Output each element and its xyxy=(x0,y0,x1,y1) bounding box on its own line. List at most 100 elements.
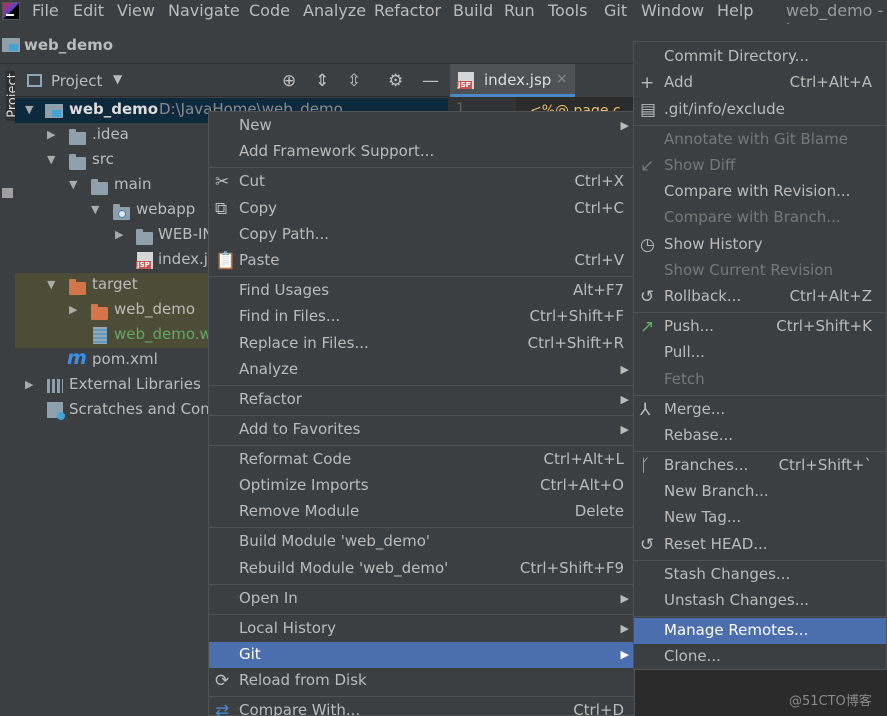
expand-all-icon[interactable]: ⇕ xyxy=(315,71,329,91)
submenu-arrow-icon: ▶ xyxy=(620,393,629,406)
locate-icon[interactable]: ⊕ xyxy=(282,71,296,91)
git-item-annotate[interactable]: Annotate with Git Blame xyxy=(634,127,886,153)
git-item-unstash[interactable]: Unstash Changes... xyxy=(634,588,886,614)
collapse-all-icon[interactable]: ⇳ xyxy=(347,71,361,91)
menu-item-refactor[interactable]: Refactor ▶ xyxy=(209,387,634,413)
chevron-right-icon[interactable]: ▶ xyxy=(69,303,77,316)
menu-item-label: Optimize Imports xyxy=(239,476,369,494)
git-item-rebase[interactable]: Rebase... xyxy=(634,423,886,449)
menu-item-label: Rebuild Module 'web_demo' xyxy=(239,559,449,577)
git-item-show-diff[interactable]: ↙ Show Diff xyxy=(634,153,886,179)
git-item-push[interactable]: ↗ Push... Ctrl+Shift+K xyxy=(634,314,886,340)
tree-item-label: web_demo xyxy=(69,100,159,118)
git-item-compare-branch[interactable]: Compare with Branch... xyxy=(634,205,886,231)
git-item-pull[interactable]: Pull... xyxy=(634,340,886,366)
chevron-right-icon[interactable]: ▶ xyxy=(25,378,33,391)
menu-item-build-module[interactable]: Build Module 'web_demo' xyxy=(209,529,634,555)
menu-item-cut[interactable]: ✂ Cut Ctrl+X xyxy=(209,169,634,195)
menu-item-label: Add to Favorites xyxy=(239,420,361,438)
menu-item-label: Copy xyxy=(239,199,278,217)
chevron-right-icon[interactable]: ▶ xyxy=(115,228,123,241)
menu-item-find-usages[interactable]: Find Usages Alt+F7 xyxy=(209,278,634,304)
menu-item-label: Rollback... xyxy=(664,287,742,305)
git-item-fetch[interactable]: Fetch xyxy=(634,367,886,393)
git-item-add[interactable]: + Add Ctrl+Alt+A xyxy=(634,70,886,96)
chevron-down-icon[interactable]: ▼ xyxy=(69,178,77,191)
git-item-clone[interactable]: Clone... xyxy=(634,644,886,670)
git-item-new-branch[interactable]: New Branch... xyxy=(634,479,886,505)
project-view-selector[interactable]: Project xyxy=(51,72,102,90)
menu-tools[interactable]: Tools xyxy=(548,1,587,20)
tree-item-label: pom.xml xyxy=(92,350,158,368)
menu-edit[interactable]: Edit xyxy=(73,1,104,20)
menu-item-find-in-files[interactable]: Find in Files... Ctrl+Shift+F xyxy=(209,304,634,330)
git-submenu: Commit Directory... + Add Ctrl+Alt+A ▤ .… xyxy=(633,41,887,670)
menu-item-label: Compare with Branch... xyxy=(664,208,841,226)
git-item-manage-remotes[interactable]: Manage Remotes... xyxy=(634,618,886,644)
git-item-exclude[interactable]: ▤ .git/info/exclude xyxy=(634,97,886,123)
menu-separator xyxy=(209,584,634,585)
menu-item-copy-path[interactable]: Copy Path... xyxy=(209,222,634,248)
menu-item-replace-in-files[interactable]: Replace in Files... Ctrl+Shift+R xyxy=(209,331,634,357)
chevron-down-icon[interactable]: ▼ xyxy=(25,103,33,116)
menu-item-new[interactable]: New ▶ xyxy=(209,113,634,139)
menu-separator xyxy=(634,395,886,396)
git-item-branches[interactable]: ᚴ Branches... Ctrl+Shift+` xyxy=(634,453,886,479)
chevron-down-icon[interactable]: ▼ xyxy=(91,203,99,216)
menu-item-remove-module[interactable]: Remove Module Delete xyxy=(209,499,634,525)
menu-item-add-framework-support[interactable]: Add Framework Support... xyxy=(209,139,634,165)
menu-build[interactable]: Build xyxy=(453,1,493,20)
menu-item-local-history[interactable]: Local History ▶ xyxy=(209,616,634,642)
menu-item-paste[interactable]: 📋 Paste Ctrl+V xyxy=(209,248,634,274)
chevron-down-icon[interactable]: ▼ xyxy=(47,278,55,291)
menu-item-label: Build Module 'web_demo' xyxy=(239,532,431,550)
structure-icon[interactable] xyxy=(2,188,13,198)
menu-item-copy[interactable]: ⧉ Copy Ctrl+C xyxy=(209,196,634,222)
menu-navigate[interactable]: Navigate xyxy=(168,1,240,20)
menu-view[interactable]: View xyxy=(117,1,155,20)
menu-separator xyxy=(209,527,634,528)
menu-item-rebuild-module[interactable]: Rebuild Module 'web_demo' Ctrl+Shift+F9 xyxy=(209,556,634,582)
gear-icon[interactable]: ⚙ xyxy=(388,71,403,91)
git-item-show-history[interactable]: ◷ Show History xyxy=(634,232,886,258)
menu-analyze[interactable]: Analyze xyxy=(303,1,366,20)
menu-git[interactable]: Git xyxy=(604,1,627,20)
menu-item-add-to-favorites[interactable]: Add to Favorites ▶ xyxy=(209,417,634,443)
menu-help[interactable]: Help xyxy=(717,1,753,20)
menu-item-git[interactable]: Git ▶ xyxy=(209,642,634,668)
menu-code[interactable]: Code xyxy=(249,1,290,20)
git-item-rollback[interactable]: ↺ Rollback... Ctrl+Alt+Z xyxy=(634,284,886,310)
chevron-down-icon[interactable]: ▼ xyxy=(47,153,55,166)
git-item-new-tag[interactable]: New Tag... xyxy=(634,505,886,531)
hide-icon[interactable]: — xyxy=(422,71,439,91)
menu-item-compare-with[interactable]: ⇄ Compare With... Ctrl+D xyxy=(209,698,634,716)
menu-item-shortcut: Ctrl+V xyxy=(574,251,624,269)
menu-item-optimize-imports[interactable]: Optimize Imports Ctrl+Alt+O xyxy=(209,473,634,499)
menu-item-label: Reload from Disk xyxy=(239,671,367,689)
menu-separator xyxy=(209,276,634,277)
menu-item-reformat-code[interactable]: Reformat Code Ctrl+Alt+L xyxy=(209,447,634,473)
menu-item-shortcut: Ctrl+Alt+O xyxy=(540,476,624,494)
menu-run[interactable]: Run xyxy=(504,1,535,20)
close-icon[interactable]: × xyxy=(556,71,568,87)
chevron-right-icon[interactable]: ▶ xyxy=(47,128,55,141)
git-item-commit-directory[interactable]: Commit Directory... xyxy=(634,44,886,70)
git-item-show-current-revision[interactable]: Show Current Revision xyxy=(634,258,886,284)
git-item-compare-revision[interactable]: Compare with Revision... xyxy=(634,179,886,205)
breadcrumb-project[interactable]: web_demo xyxy=(24,36,113,54)
folder-icon xyxy=(69,154,86,170)
clipboard-icon: 📋 xyxy=(215,251,237,271)
menu-item-shortcut: Delete xyxy=(574,502,624,520)
menu-item-analyze[interactable]: Analyze ▶ xyxy=(209,357,634,383)
git-item-merge[interactable]: ⅄ Merge... xyxy=(634,397,886,423)
menu-item-reload-from-disk[interactable]: ⟳ Reload from Disk xyxy=(209,668,634,694)
menu-refactor[interactable]: Refactor xyxy=(374,1,441,20)
menu-item-open-in[interactable]: Open In ▶ xyxy=(209,586,634,612)
git-item-reset-head[interactable]: ↺ Reset HEAD... xyxy=(634,532,886,558)
tab-index-jsp[interactable]: index.jsp × xyxy=(450,64,575,97)
menu-separator xyxy=(634,616,886,617)
git-item-stash[interactable]: Stash Changes... xyxy=(634,562,886,588)
menu-window[interactable]: Window xyxy=(641,1,704,20)
menu-file[interactable]: File xyxy=(32,1,59,20)
chevron-down-icon[interactable]: ▼ xyxy=(113,72,122,86)
